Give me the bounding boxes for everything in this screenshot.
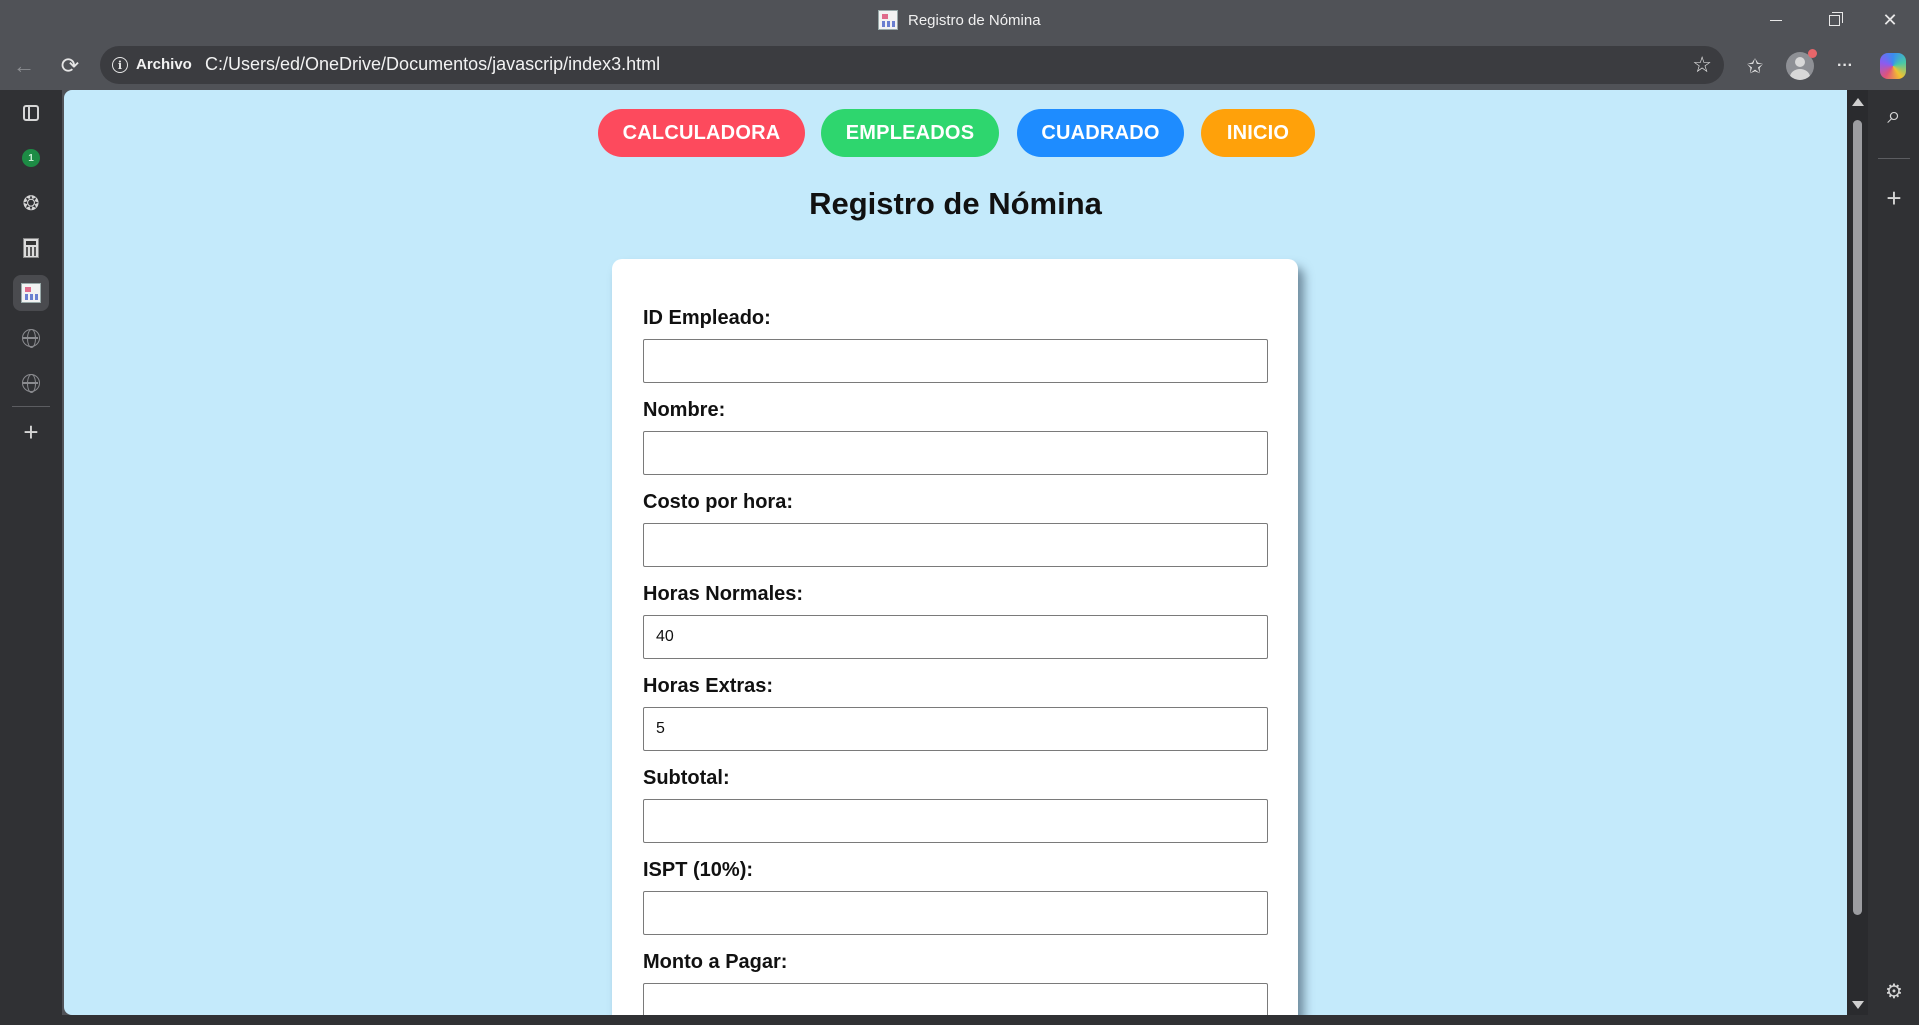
info-icon[interactable]: i [112,57,128,73]
globe-tab-button-2[interactable] [13,365,49,401]
nav-button-inicio[interactable]: INICIO [1201,109,1315,157]
field-ispt: ISPT (10%): [643,859,1268,935]
payroll-tab-button[interactable] [13,275,49,311]
new-tab-button[interactable]: + [13,414,49,450]
plus-icon: + [1886,182,1902,213]
calculator-tab-button[interactable] [13,230,49,266]
field-label: Horas Normales: [643,583,804,605]
back-arrow-icon: ← [13,53,35,78]
payroll-form-card: ID Empleado: Nombre: Costo por hora: Hor… [612,259,1298,1015]
tab-actions-icon [23,105,39,121]
sidebar-add-button[interactable]: + [1878,182,1910,214]
page-favicon-icon [878,10,898,30]
horas-extras-input[interactable] [643,707,1268,751]
field-label: Nombre: [643,399,726,421]
top-nav: CALCULADORA EMPLEADOS CUADRADO INICIO [64,109,1847,158]
close-icon: ✕ [1882,9,1898,30]
field-costo-por-hora: Costo por hora: [643,491,1268,567]
restore-button[interactable] [1811,6,1857,34]
sidebar-search-button[interactable]: ⌕ [1878,100,1910,132]
costo-por-hora-input[interactable] [643,523,1268,567]
refresh-icon: ⟳ [60,53,80,78]
payroll-page-icon [21,283,41,303]
more-icon: ··· [1837,57,1853,74]
field-horas-extras: Horas Extras: [643,675,1268,751]
field-id-empleado: ID Empleado: [643,307,1268,383]
add-favorite-icon[interactable]: ☆ [1692,52,1712,78]
back-button[interactable]: ← [8,50,40,82]
address-bar[interactable]: i Archivo C:/Users/ed/OneDrive/Documento… [100,46,1724,84]
id-empleado-input[interactable] [643,339,1268,383]
field-label: Horas Extras: [643,675,774,697]
more-button[interactable]: ··· [1829,50,1861,82]
globe-tab-button-1[interactable] [13,320,49,356]
scroll-down-icon[interactable] [1852,1001,1864,1009]
field-monto-a-pagar: Monto a Pagar: [643,951,1268,1015]
field-label: ID Empleado: [643,307,771,329]
field-subtotal: Subtotal: [643,767,1268,843]
ispt-input[interactable] [643,891,1268,935]
globe-icon [22,329,40,348]
chatgpt-button[interactable]: ❂ [13,185,49,221]
field-label: Costo por hora: [643,491,793,513]
chatgpt-icon: ❂ [22,192,40,215]
address-bar-row: ← ⟳ i Archivo C:/Users/ed/OneDrive/Docum… [0,42,1919,90]
search-icon: ⌕ [1887,102,1901,129]
monto-a-pagar-input[interactable] [643,983,1268,1015]
refresh-button[interactable]: ⟳ [54,50,86,82]
field-nombre: Nombre: [643,399,1268,475]
nombre-input[interactable] [643,431,1268,475]
field-label: ISPT (10%): [643,859,754,881]
field-label: Subtotal: [643,767,730,789]
window-title-group: Registro de Nómina [878,10,1041,30]
page-title: Registro de Nómina [809,186,1102,221]
scroll-up-icon[interactable] [1852,98,1864,106]
favorites-icon: ✩ [1746,55,1764,78]
whatsapp-icon: 1 [22,149,40,167]
right-sidebar: ⌕ + ⚙ [1868,90,1919,1025]
sidebar-settings-button[interactable]: ⚙ [1878,975,1910,1007]
window-title: Registro de Nómina [908,11,1041,29]
tab-actions-button[interactable] [13,95,49,131]
sidebar-divider [1878,158,1910,159]
nav-button-calculadora[interactable]: CALCULADORA [598,109,805,157]
sidebar-divider [12,406,50,407]
gear-icon: ⚙ [1885,980,1903,1003]
page-scrollbar[interactable] [1847,90,1868,1015]
subtotal-input[interactable] [643,799,1268,843]
horas-normales-input[interactable] [643,615,1268,659]
nav-button-empleados[interactable]: EMPLEADOS [821,109,999,157]
page-viewport: CALCULADORA EMPLEADOS CUADRADO INICIO Re… [64,90,1847,1015]
field-horas-normales: Horas Normales: [643,583,1268,659]
plus-icon: + [23,416,39,447]
bottom-frame [0,1015,1919,1025]
scrollbar-thumb[interactable] [1853,120,1862,915]
calculator-icon [23,238,39,258]
copilot-icon [1880,53,1906,79]
globe-icon [22,374,40,393]
whatsapp-button[interactable]: 1 [13,140,49,176]
copilot-button[interactable] [1877,50,1909,82]
restore-icon [1828,11,1843,26]
favorites-button[interactable]: ✩ [1739,50,1771,82]
minimize-icon [1770,19,1782,21]
file-scheme-label: Archivo [136,56,192,73]
minimize-button[interactable] [1753,6,1799,34]
close-button[interactable]: ✕ [1867,6,1913,34]
left-sidebar: 1 ❂ + [0,90,62,1025]
field-label: Monto a Pagar: [643,951,788,973]
title-bar: Registro de Nómina ✕ [0,0,1919,42]
url-text[interactable]: C:/Users/ed/OneDrive/Documentos/javascri… [205,54,660,75]
notification-dot [1808,49,1817,58]
profile-button[interactable] [1784,49,1817,82]
nav-button-cuadrado[interactable]: CUADRADO [1017,109,1184,157]
